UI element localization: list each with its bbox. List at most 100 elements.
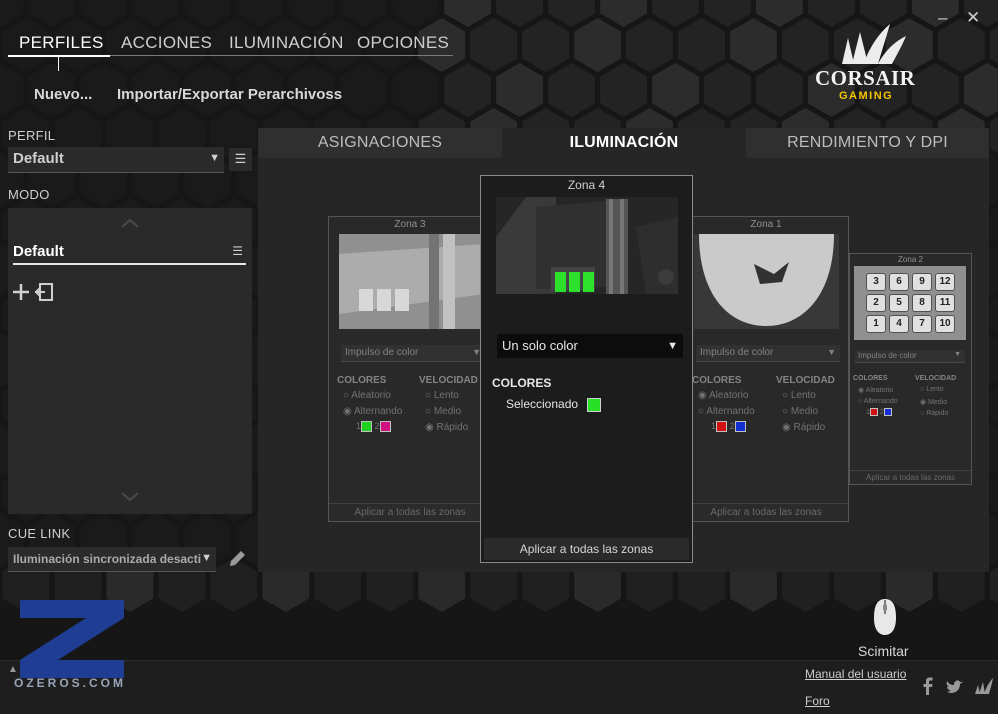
effect-value: Impulso de color — [858, 351, 917, 360]
speed-label: VELOCIDAD — [776, 375, 835, 386]
color-1-swatch[interactable] — [716, 421, 728, 433]
selected-color-row: Seleccionado — [506, 397, 602, 412]
corsair-icon[interactable] — [974, 677, 994, 695]
radio-label: Lento — [926, 386, 944, 393]
chevron-down-icon: ▼ — [667, 340, 678, 352]
minimize-button[interactable]: – — [938, 8, 947, 28]
pencil-icon[interactable] — [227, 549, 247, 569]
side-key-5: 5 — [889, 294, 909, 312]
chevron-down-icon: ▼ — [954, 351, 961, 358]
side-key-9: 9 — [912, 273, 932, 291]
radio-aleatorio[interactable]: ◉ Aleatorio — [858, 386, 893, 394]
radio-medio[interactable]: ○ Medio — [782, 406, 818, 417]
cue-link-select[interactable]: Iluminación sincronizada desacti ▼ — [8, 547, 216, 572]
color-2-swatch[interactable] — [379, 421, 391, 433]
mode-item-label: Default — [13, 243, 64, 260]
background-hexagon — [678, 18, 725, 72]
background-hexagon — [911, 63, 959, 117]
effect-select[interactable]: Impulso de color ▼ — [341, 345, 485, 362]
side-key-10: 10 — [935, 315, 955, 333]
chevron-up-icon[interactable] — [121, 218, 139, 228]
watermark-text: OZEROS.COM — [14, 676, 127, 690]
radio-lento[interactable]: ○ Lento — [425, 390, 459, 401]
tab-acciones[interactable]: ACCIONES — [121, 33, 212, 53]
effect-select[interactable]: Impulso de color ▼ — [855, 350, 965, 363]
color-2-swatch[interactable] — [883, 408, 892, 416]
background-hexagon — [600, 63, 647, 117]
zone-2-card[interactable]: Zona 2 3 6 9 12 2 5 8 11 1 4 7 10 Impulso de color ▼… — [849, 253, 972, 485]
profile-menu-button[interactable]: ☰ — [229, 148, 252, 171]
radio-lento[interactable]: ○ Lento — [782, 390, 816, 401]
mouse-icon[interactable] — [872, 598, 898, 636]
colors-label: COLORES — [853, 375, 888, 382]
zone-3-card[interactable]: Zona 3 Impulso de color ▼ COLORES VELOCID… — [328, 216, 492, 522]
color-1-swatch[interactable] — [869, 408, 878, 416]
tab-iluminacion-main[interactable]: ILUMINACIÓN — [502, 128, 746, 158]
apply-all-zones-button[interactable]: Aplicar a todas las zonas — [484, 538, 689, 560]
zone-title: Zona 2 — [898, 255, 923, 264]
background-hexagon — [522, 18, 569, 72]
tab-perfiles[interactable]: PERFILES — [19, 33, 104, 53]
zone-title: Zona 4 — [567, 178, 606, 192]
background-hexagon — [132, 0, 180, 27]
menu-icon[interactable]: ☰ — [232, 244, 243, 258]
apply-all-zones-button[interactable]: Aplicar a todas las zonas — [850, 470, 971, 484]
effect-select[interactable]: Un solo color ▼ — [497, 334, 683, 358]
background-hexagon — [730, 18, 777, 72]
radio-aleatorio[interactable]: ◉ Aleatorio — [698, 390, 748, 401]
new-profile-link[interactable]: Nuevo... — [34, 86, 92, 103]
radio-rapido[interactable]: ◉ Rápido — [425, 422, 468, 433]
radio-medio[interactable]: ○ Medio — [425, 406, 461, 417]
mouse-side-icon — [339, 234, 484, 329]
radio-alternando[interactable]: ◉ Alternando — [343, 406, 402, 417]
import-export-link[interactable]: Importar/Exportar Perarchivoss — [117, 86, 342, 103]
apply-all-zones-button[interactable]: Aplicar a todas las zonas — [684, 503, 848, 521]
chevron-down-icon: ▼ — [201, 552, 212, 564]
twitter-icon[interactable] — [946, 679, 964, 694]
selected-color-swatch[interactable] — [587, 397, 602, 412]
radio-rapido[interactable]: ◉ Rápido — [782, 422, 825, 433]
background-hexagon — [989, 206, 998, 244]
import-icon[interactable] — [34, 282, 54, 302]
facebook-icon[interactable] — [920, 677, 934, 695]
tab-iluminacion[interactable]: ILUMINACIÓN — [229, 33, 344, 53]
radio-label: Medio — [433, 406, 462, 417]
background-hexagon — [989, 296, 998, 334]
background-hexagon — [600, 0, 647, 27]
forum-link[interactable]: Foro — [805, 694, 830, 708]
close-button[interactable]: ✕ — [966, 8, 980, 28]
profile-select[interactable]: Default ▼ — [8, 147, 224, 173]
zone-4-card[interactable]: Zona 4 Un solo color ▼ COLORES Seleccion… — [480, 175, 693, 563]
zone-1-card[interactable]: Zona 1 Impulso de color ▼ COLORES VELOCID… — [683, 216, 849, 522]
color-2-swatch[interactable] — [734, 421, 746, 433]
mode-item[interactable]: Default ☰ — [13, 241, 246, 265]
radio-rapido[interactable]: ○ Rápido — [920, 410, 948, 417]
radio-medio[interactable]: ◉ Medio — [920, 398, 947, 406]
side-key-6: 6 — [889, 273, 909, 291]
color-1-swatch[interactable] — [361, 421, 373, 433]
tab-opciones[interactable]: OPCIONES — [357, 33, 449, 53]
radio-label: Lento — [433, 390, 459, 401]
effect-value: Un solo color — [502, 338, 578, 353]
radio-alternando[interactable]: ○ Alternando — [698, 406, 755, 417]
side-key-1: 1 — [866, 315, 886, 333]
tab-rendimiento-dpi[interactable]: RENDIMIENTO Y DPI — [746, 128, 989, 158]
radio-aleatorio[interactable]: ○ Aleatorio — [343, 390, 391, 401]
apply-all-zones-button[interactable]: Aplicar a todas las zonas — [329, 503, 491, 521]
plus-icon[interactable] — [11, 282, 31, 302]
background-hexagon — [989, 26, 998, 64]
chevron-down-icon[interactable] — [121, 492, 139, 502]
radio-lento[interactable]: ○ Lento — [920, 386, 944, 393]
side-keypad-image: 3 6 9 12 2 5 8 11 1 4 7 10 — [854, 266, 966, 340]
background-hexagon — [652, 63, 699, 117]
background-hexagon — [626, 18, 673, 72]
tab-asignaciones[interactable]: ASIGNACIONES — [258, 128, 502, 158]
effect-select[interactable]: Impulso de color ▼ — [696, 345, 840, 362]
menu-icon: ☰ — [234, 151, 247, 166]
user-manual-link[interactable]: Manual del usuario — [805, 667, 906, 681]
background-hexagon — [444, 0, 491, 27]
expand-arrow-icon[interactable]: ▲ — [8, 664, 18, 675]
background-hexagon — [236, 0, 284, 27]
radio-alternando[interactable]: ○ Alternando — [858, 398, 898, 405]
background-hexagon — [496, 0, 543, 27]
